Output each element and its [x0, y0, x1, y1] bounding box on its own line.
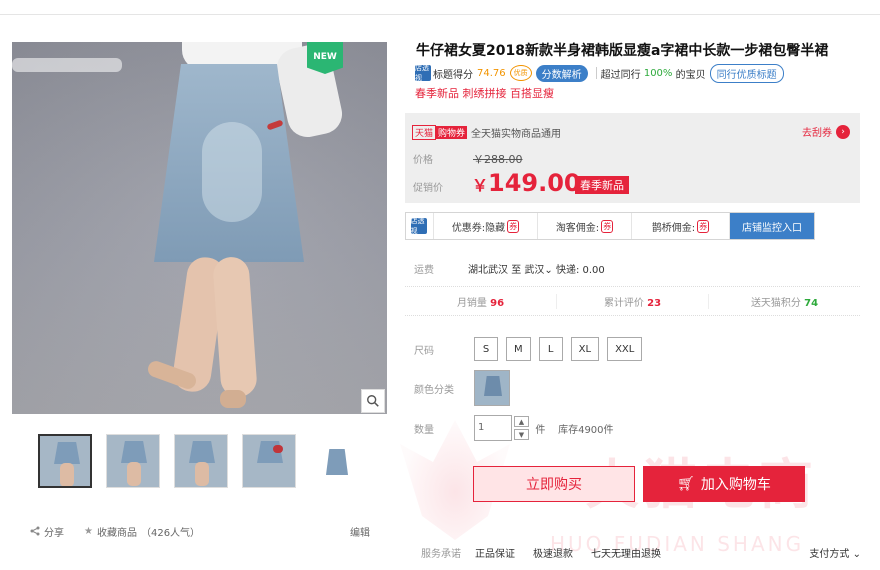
quantity-unit: 件: [535, 424, 546, 436]
service-genuine[interactable]: 正品保证: [475, 545, 515, 560]
edit-link[interactable]: 编辑: [350, 524, 370, 539]
share-icon: [30, 526, 40, 536]
size-selector: 尺码 S M L XL XXL: [414, 337, 650, 361]
thumbnail-1[interactable]: [38, 434, 92, 488]
express-fee: 快递: 0.00: [555, 265, 605, 276]
queqiao-commission[interactable]: 鹊桥佣金: 券: [632, 213, 730, 239]
magnifier-icon: [367, 395, 379, 407]
quantity-row: 数量 1 ▲ ▼ 件 库存4900件: [414, 415, 614, 441]
main-product-image[interactable]: [12, 42, 387, 414]
increase-button[interactable]: ▲: [514, 416, 529, 427]
size-option-xxl[interactable]: XXL: [607, 337, 643, 361]
chevron-down-icon: ⌄: [852, 549, 861, 560]
thumbnail-4[interactable]: [242, 434, 296, 488]
shipping-label: 运费: [414, 265, 434, 276]
price-label: 价格: [413, 155, 433, 166]
service-7day-return[interactable]: 七天无理由退换: [591, 545, 661, 560]
exceed-suffix: 的宝贝: [675, 69, 706, 81]
coupon-text: 全天猫实物商品通用: [471, 129, 562, 140]
store-insight-icon: 店透视: [415, 64, 431, 82]
review-count[interactable]: 累计评价 23: [557, 293, 709, 309]
coupon-icon: 券: [507, 219, 520, 233]
quantity-input[interactable]: 1: [474, 415, 512, 441]
service-fast-refund[interactable]: 极速退款: [533, 545, 573, 560]
color-label: 颜色分类: [414, 384, 454, 396]
peer-title-button[interactable]: 同行优质标题: [709, 63, 784, 83]
ship-to-city-select[interactable]: 武汉⌄: [524, 261, 552, 276]
color-swatch-denim[interactable]: [474, 370, 510, 406]
title-score-value: 74.76: [477, 67, 506, 79]
cart-icon: 🛒︎: [677, 476, 695, 492]
promo-price: ￥149.00: [472, 169, 581, 197]
shipping-row: 运费 湖北武汉 至 武汉⌄ 快递: 0.00: [414, 261, 605, 276]
taoke-commission[interactable]: 淘客佣金: 券: [538, 213, 632, 239]
ship-from: 湖北武汉: [468, 265, 508, 276]
share-row: 分享 ★ 收藏商品 （426人气） 编辑: [30, 524, 370, 539]
share-label: 分享: [44, 527, 64, 539]
coupon-hidden[interactable]: 优惠券:隐藏券: [434, 213, 538, 239]
coupon-icon: 券: [697, 219, 710, 233]
new-badge: NEW: [307, 42, 343, 74]
thumbnail-3[interactable]: [174, 434, 228, 488]
share-button[interactable]: 分享: [30, 524, 64, 539]
service-label: 服务承诺: [421, 549, 461, 560]
buy-now-button[interactable]: 立即购买: [473, 466, 635, 502]
title-score-label: 标题得分: [433, 69, 473, 81]
top-divider: [0, 14, 880, 15]
thumbnail-strip: [38, 434, 364, 490]
coupon-tag: 购物券: [436, 126, 468, 139]
store-insight-icon: 店透视: [406, 213, 434, 239]
size-label: 尺码: [414, 345, 434, 357]
price-box: 天猫 购物券 全天猫实物商品通用 去刮券 › 价格 ￥288.00 促销价 ￥1…: [405, 113, 860, 203]
get-coupon-link[interactable]: 去刮券 ›: [802, 124, 850, 139]
original-price: ￥288.00: [473, 153, 523, 166]
thumbnail-5[interactable]: [310, 434, 364, 488]
store-monitor-button[interactable]: 店铺监控入口: [730, 213, 814, 239]
service-promise-row: 服务承诺 正品保证 极速退款 七天无理由退换 支付方式 ⌄: [421, 545, 861, 560]
size-option-s[interactable]: S: [474, 337, 498, 361]
arrow-right-icon: ›: [836, 124, 850, 139]
product-subtitle: 春季新品 刺绣拼接 百搭显瘦: [415, 87, 554, 100]
title-score-row: 店透视 标题得分 74.76 优质 分数解析 超过同行 100% 的宝贝 同行优…: [415, 63, 865, 83]
color-selector: 颜色分类: [414, 370, 510, 406]
score-analysis-button[interactable]: 分数解析: [535, 64, 588, 82]
favorite-button[interactable]: ★ 收藏商品 （426人气）: [84, 524, 200, 539]
stock-count: 库存4900件: [558, 424, 614, 436]
decrease-button[interactable]: ▼: [514, 429, 529, 440]
promo-label: 促销价: [413, 183, 443, 194]
monthly-sales: 月销量 96: [405, 293, 557, 309]
payment-methods-dropdown[interactable]: 支付方式 ⌄: [809, 545, 861, 560]
tmall-tag: 天猫: [412, 125, 437, 140]
coupon-icon: 券: [601, 219, 614, 233]
product-title: 牛仔裙女夏2018新款半身裙韩版显瘦a字裙中长款一步裙包臀半裙: [416, 43, 829, 59]
sales-stats: 月销量 96 累计评价 23 送天猫积分 74: [405, 286, 860, 316]
exceed-prefix: 超过同行: [600, 69, 641, 81]
zoom-button[interactable]: [361, 389, 385, 413]
add-to-cart-button[interactable]: 🛒︎ 加入购物车: [643, 466, 805, 502]
size-option-m[interactable]: M: [506, 337, 531, 361]
size-option-xl[interactable]: XL: [570, 337, 600, 361]
ship-to-word: 至: [511, 265, 522, 276]
chevron-down-icon: ⌄: [544, 265, 553, 276]
coupon-line: 天猫 购物券 全天猫实物商品通用: [412, 125, 561, 140]
star-icon: ★: [84, 525, 93, 537]
size-option-l[interactable]: L: [538, 337, 563, 361]
thumbnail-2[interactable]: [106, 434, 160, 488]
brand-logo-watermark: [12, 58, 122, 72]
add-cart-label: 加入购物车: [700, 477, 771, 493]
exceed-percent: 100%: [643, 67, 673, 79]
promo-tag: 春季新品: [575, 176, 629, 194]
tmall-points: 送天猫积分 74: [750, 297, 819, 309]
popularity-count: （426人气）: [140, 527, 201, 539]
quality-seal-icon: 优质: [509, 65, 532, 81]
quantity-label: 数量: [414, 424, 434, 436]
extension-toolbar: 店透视 优惠券:隐藏券 淘客佣金: 券 鹊桥佣金: 券 店铺监控入口: [405, 212, 815, 240]
quantity-stepper: ▲ ▼: [514, 416, 529, 440]
get-coupon-label: 去刮券: [802, 128, 832, 139]
favorite-label: 收藏商品: [96, 527, 137, 539]
